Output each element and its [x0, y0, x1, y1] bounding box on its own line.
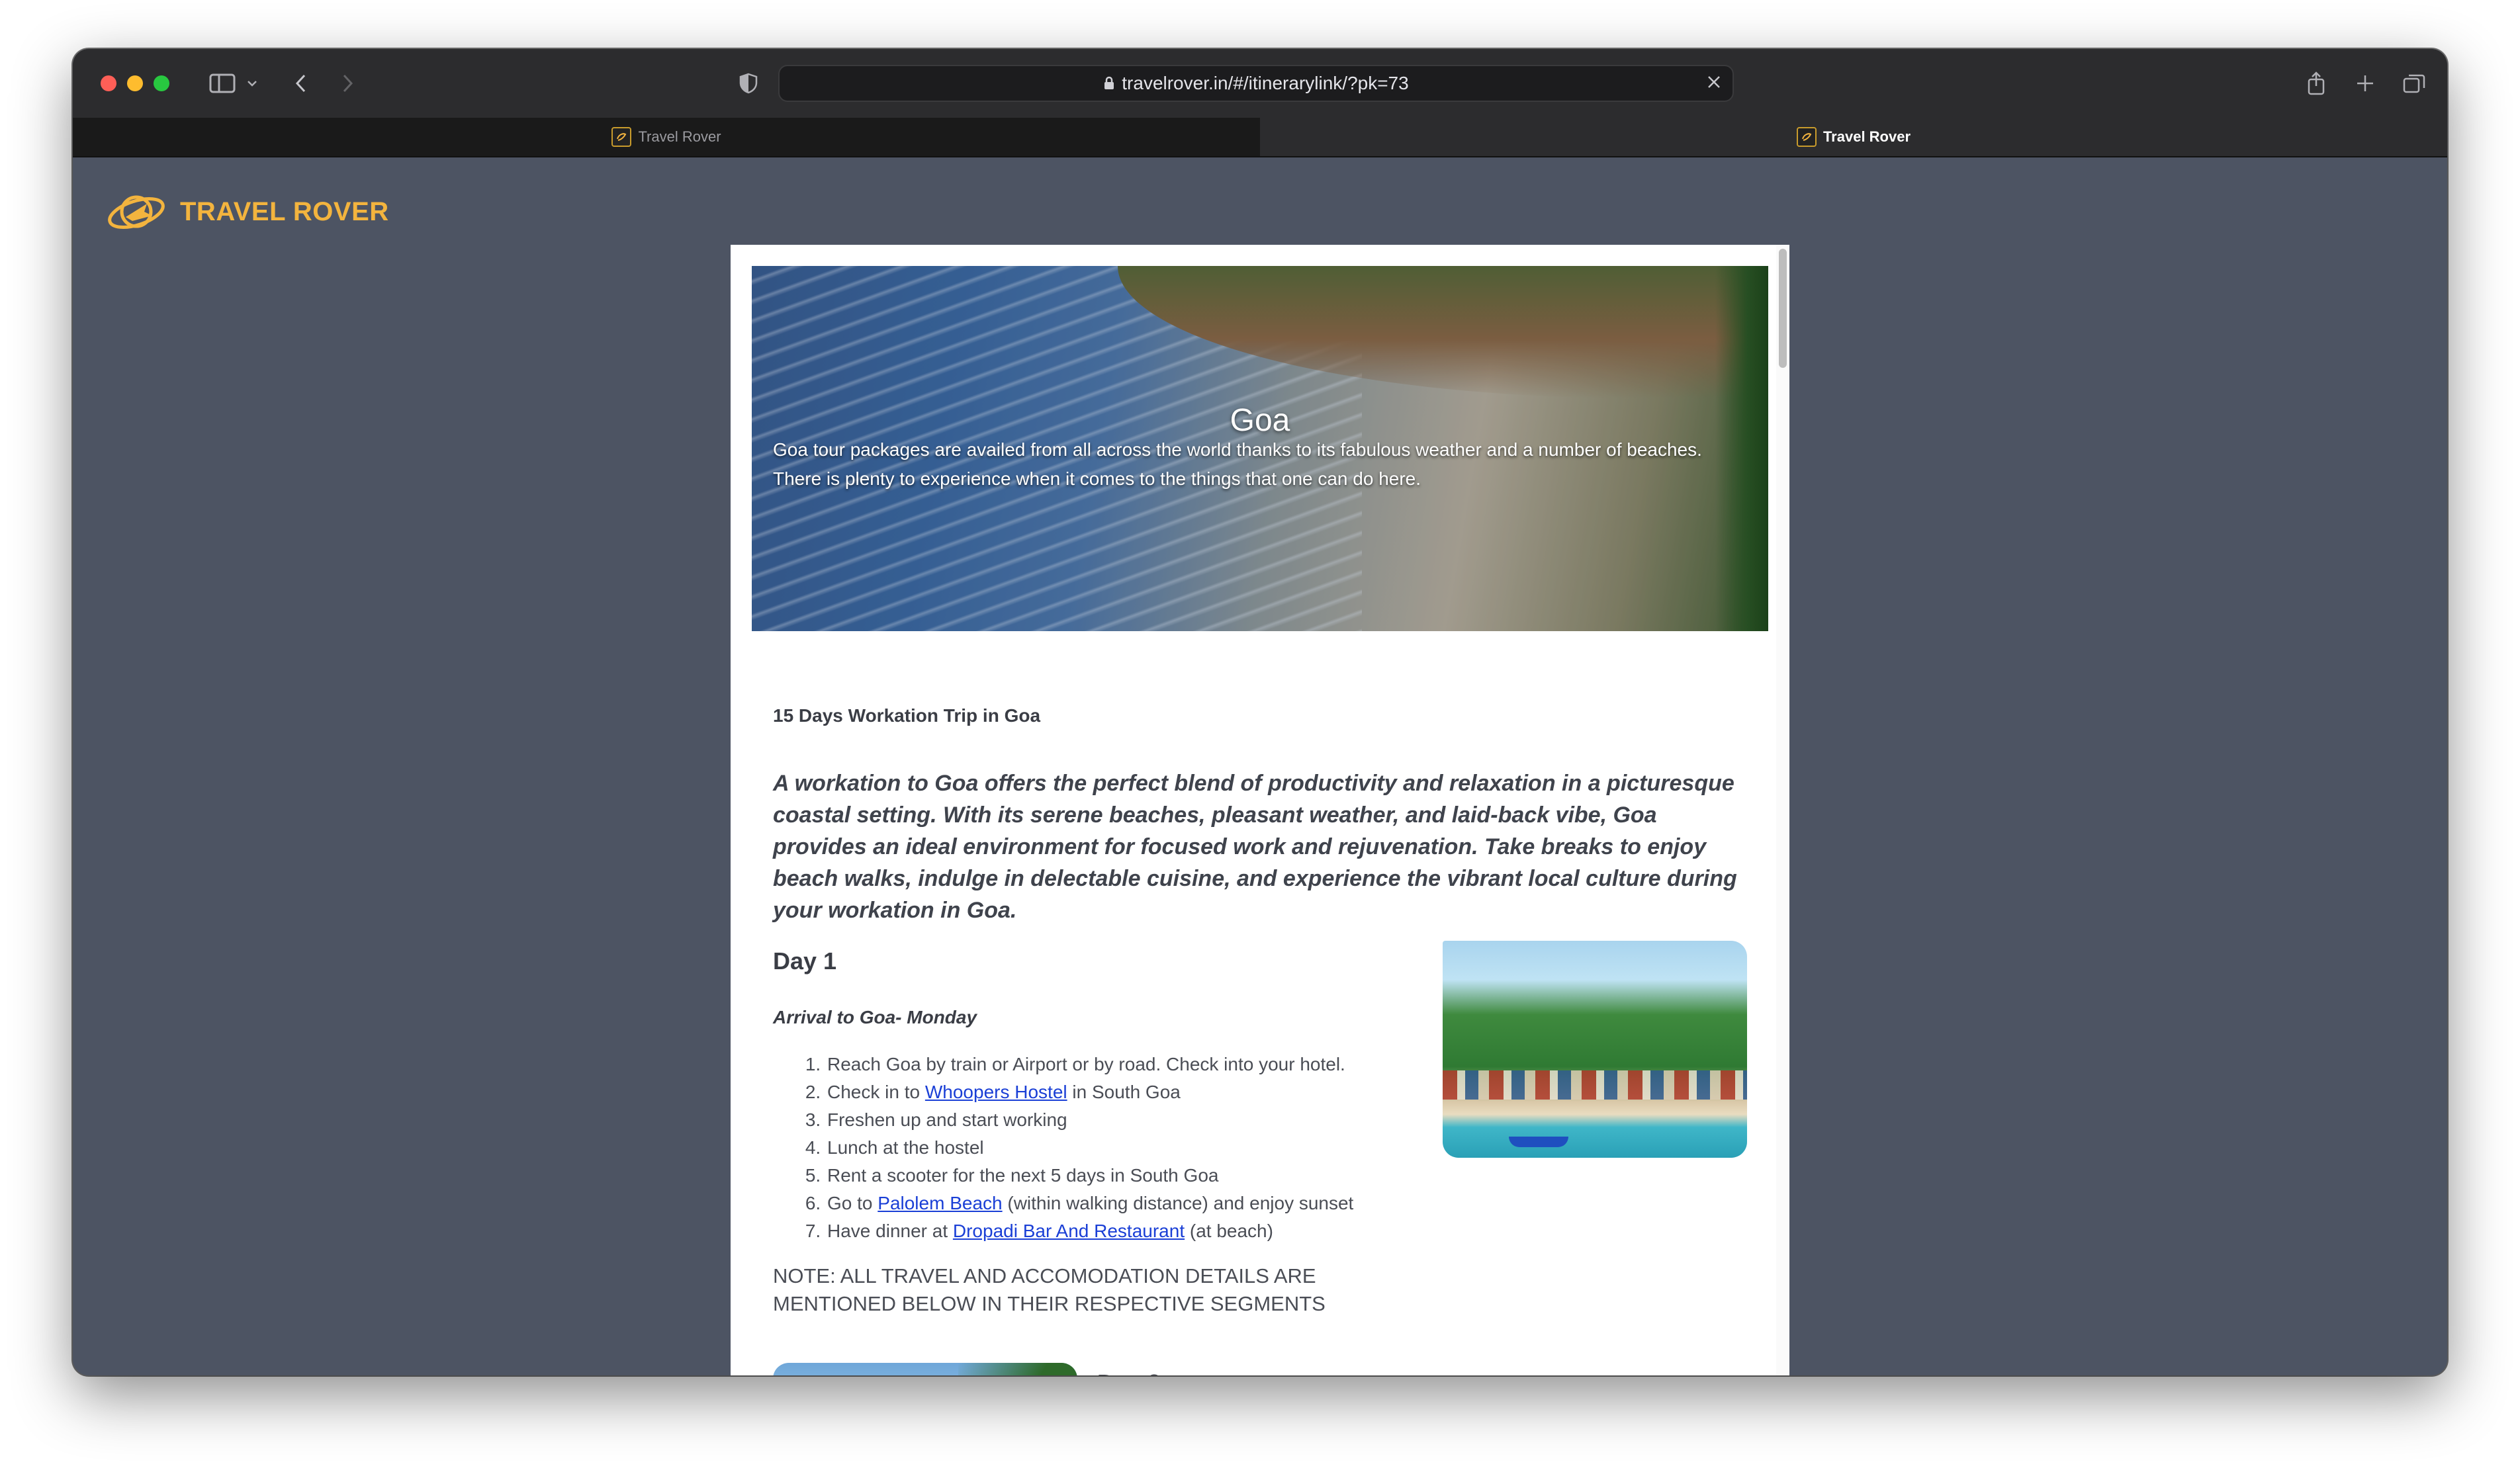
day-1-subtitle: Arrival to Goa- Monday: [773, 1007, 977, 1027]
list-item: Lunch at the hostel: [826, 1134, 1488, 1162]
clear-url-icon[interactable]: [1705, 73, 1723, 95]
tab-strip: Travel Rover Travel Rover: [73, 118, 2447, 157]
tab-overview-icon[interactable]: [2394, 64, 2434, 103]
item-text: Rent a scooter for the next 5 days in So…: [827, 1165, 1219, 1186]
url-text: travelrover.in/#/itinerarylink/?pk=73: [1122, 73, 1409, 93]
list-item: Have dinner at Dropadi Bar And Restauran…: [826, 1217, 1488, 1245]
palm-leaf: [958, 1363, 1077, 1375]
item-text: Check in to: [827, 1082, 925, 1102]
close-window-button[interactable]: [101, 75, 116, 91]
item-text: (within walking distance) and enjoy suns…: [1002, 1193, 1354, 1213]
zoom-window-button[interactable]: [154, 75, 169, 91]
tab-travel-rover-2[interactable]: Travel Rover: [1260, 118, 2447, 156]
day-2-title: Day 2: [1097, 1369, 1161, 1375]
tab-label: Travel Rover: [1822, 128, 1911, 145]
itinerary-content: Goa Goa tour packages are availed from a…: [731, 245, 1789, 1375]
day-2-image: [773, 1363, 1077, 1375]
privacy-shield-icon[interactable]: [732, 64, 765, 103]
list-item: Reach Goa by train or Airport or by road…: [826, 1051, 1488, 1078]
palolem-beach-image: [1443, 941, 1747, 1158]
scrollbar-thumb[interactable]: [1779, 249, 1787, 368]
trip-title: 15 Days Workation Trip in Goa: [773, 705, 1041, 726]
back-arrow-icon[interactable]: [285, 64, 318, 103]
trip-intro: A workation to Goa offers the perfect bl…: [773, 771, 1737, 923]
list-item: Rent a scooter for the next 5 days in So…: [826, 1162, 1488, 1190]
beach-huts: [1443, 1070, 1747, 1100]
dropadi-restaurant-link[interactable]: Dropadi Bar And Restaurant: [953, 1221, 1185, 1241]
site-logo[interactable]: TRAVEL ROVER: [106, 185, 389, 238]
new-tab-plus-icon[interactable]: [2345, 64, 2385, 103]
favicon-icon: [1796, 127, 1817, 147]
lock-icon: [1103, 67, 1115, 102]
whoopers-hostel-link[interactable]: Whoopers Hostel: [925, 1082, 1067, 1102]
list-item: Freshen up and start working: [826, 1106, 1488, 1134]
sidebar-toggle-icon[interactable]: [202, 64, 242, 103]
tab-label: Travel Rover: [638, 128, 721, 145]
item-text: in South Goa: [1067, 1082, 1181, 1102]
browser-toolbar: travelrover.in/#/itinerarylink/?pk=73: [73, 49, 2447, 118]
chevron-down-icon[interactable]: [242, 64, 262, 103]
tab-travel-rover-1[interactable]: Travel Rover: [73, 118, 1260, 156]
hero-description: Goa tour packages are availed from all a…: [773, 439, 1702, 489]
boat: [1509, 1137, 1568, 1147]
address-bar[interactable]: travelrover.in/#/itinerarylink/?pk=73: [778, 65, 1734, 102]
hero-banner: Goa Goa tour packages are availed from a…: [752, 266, 1768, 631]
list-item: Go to Palolem Beach (within walking dist…: [826, 1190, 1488, 1217]
share-icon[interactable]: [2296, 64, 2336, 103]
hero-title: Goa: [1230, 403, 1290, 438]
palolem-beach-link[interactable]: Palolem Beach: [878, 1193, 1002, 1213]
favicon-icon: [611, 127, 632, 147]
day-1-activity-list: Reach Goa by train or Airport or by road…: [773, 1051, 1488, 1245]
forward-arrow-icon[interactable]: [331, 64, 364, 103]
minimize-window-button[interactable]: [127, 75, 143, 91]
item-text: Go to: [827, 1193, 878, 1213]
item-text: Freshen up and start working: [827, 1109, 1067, 1130]
item-text: (at beach): [1185, 1221, 1273, 1241]
browser-window: travelrover.in/#/itinerarylink/?pk=73 Tr…: [73, 49, 2447, 1375]
item-text: Have dinner at: [827, 1221, 953, 1241]
item-text: Reach Goa by train or Airport or by road…: [827, 1054, 1345, 1074]
scrollbar[interactable]: [1776, 245, 1789, 1375]
day-1-note: NOTE: ALL TRAVEL AND ACCOMODATION DETAIL…: [773, 1264, 1326, 1315]
day-1-title: Day 1: [773, 947, 837, 975]
list-item: Check in to Whoopers Hostel in South Goa: [826, 1078, 1488, 1106]
item-text: Lunch at the hostel: [827, 1137, 984, 1158]
logo-text: TRAVEL ROVER: [180, 196, 389, 226]
planet-logo-icon: [108, 195, 165, 229]
